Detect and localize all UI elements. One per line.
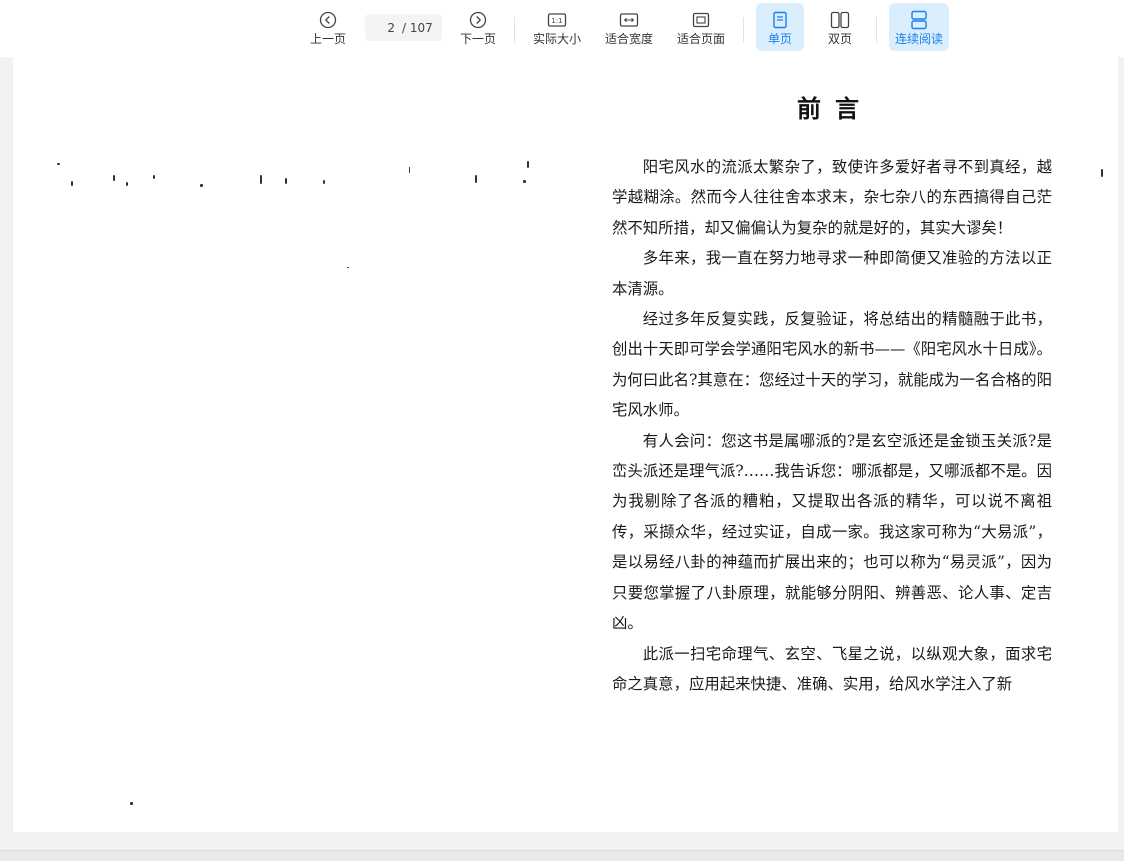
toolbar-divider — [743, 17, 744, 43]
double-page-label: 双页 — [827, 32, 852, 46]
document-title: 前言 — [797, 94, 873, 123]
body-paragraph: 经过多年反复实践，反复验证，将总结出的精髓融于此书，创出十天即可学会学通阳宅风水… — [612, 310, 1052, 420]
prev-page-label: 上一页 — [309, 32, 346, 46]
actual-size-button[interactable]: 1:1 实际大小 — [530, 3, 584, 51]
continuous-scroll-icon — [908, 9, 930, 31]
single-page-icon — [769, 9, 791, 31]
single-page-label: 单页 — [767, 32, 792, 46]
chevron-right-circle-icon — [467, 9, 489, 31]
toolbar-divider — [876, 17, 877, 43]
status-bar — [0, 850, 1124, 861]
toolbar-divider — [514, 17, 515, 43]
scan-speck — [527, 161, 529, 168]
fit-page-icon — [690, 9, 712, 31]
scan-speck — [1101, 169, 1103, 177]
scan-speck — [126, 182, 128, 186]
scan-speck — [113, 175, 115, 181]
document-body: 阳宅风水的流派太繁杂了，致使许多爱好者寻不到真经，越学越糊涂。然而今人往往舍本求… — [612, 152, 1052, 699]
double-page-icon — [829, 9, 851, 31]
continuous-reading-button[interactable]: 连续阅读 — [889, 3, 949, 51]
scan-speck — [409, 167, 410, 173]
scan-speck — [200, 184, 203, 187]
fit-width-label: 适合宽度 — [604, 32, 653, 46]
scan-speck — [71, 181, 73, 186]
fit-page-label: 适合页面 — [676, 32, 725, 46]
page-total: / 107 — [402, 20, 433, 35]
scan-speck — [153, 175, 155, 179]
continuous-reading-label: 连续阅读 — [894, 32, 943, 46]
viewer-toolbar: 上一页 / 107 下一页 1:1 实际大小 适合宽度 适合页面 单页 — [0, 0, 1124, 57]
single-page-button[interactable]: 单页 — [756, 3, 804, 51]
document-viewer[interactable]: 前言 阳宅风水的流派太繁杂了，致使许多爱好者寻不到真经，越学越糊涂。然而今人往往… — [0, 57, 1124, 850]
page-number-input[interactable] — [369, 20, 395, 35]
actual-size-label: 实际大小 — [532, 32, 581, 46]
scan-speck — [57, 163, 60, 165]
fit-page-button[interactable]: 适合页面 — [674, 3, 728, 51]
document-page: 前言 阳宅风水的流派太繁杂了，致使许多爱好者寻不到真经，越学越糊涂。然而今人往往… — [13, 57, 1118, 832]
scan-speck — [323, 180, 325, 184]
scan-speck — [130, 802, 133, 805]
fit-width-icon — [618, 9, 640, 31]
scan-speck — [475, 175, 477, 183]
scan-speck — [260, 175, 262, 184]
chevron-left-circle-icon — [317, 9, 339, 31]
one-to-one-icon: 1:1 — [546, 9, 568, 31]
prev-page-button[interactable]: 上一页 — [306, 3, 350, 51]
scan-speck — [285, 178, 287, 184]
scan-speck — [523, 180, 526, 183]
next-page-button[interactable]: 下一页 — [456, 3, 500, 51]
double-page-button[interactable]: 双页 — [816, 3, 864, 51]
body-paragraph: 多年来，我一直在努力地寻求一种即简便又准验的方法以正本清源。 — [612, 249, 1052, 298]
body-paragraph: 此派一扫宅命理气、玄空、飞星之说，以纵观大象，面求宅命之真意，应用起来快捷、准确… — [612, 644, 1052, 693]
page-number-box: / 107 — [365, 14, 442, 41]
next-page-label: 下一页 — [459, 32, 496, 46]
svg-text:1:1: 1:1 — [551, 17, 562, 25]
body-paragraph: 有人会问：您这书是属哪派的?是玄空派还是金锁玉关派?是峦头派还是理气派?……我告… — [612, 431, 1052, 633]
fit-width-button[interactable]: 适合宽度 — [602, 3, 656, 51]
scan-speck — [347, 267, 349, 268]
body-paragraph: 阳宅风水的流派太繁杂了，致使许多爱好者寻不到真经，越学越糊涂。然而今人往往舍本求… — [612, 158, 1052, 237]
